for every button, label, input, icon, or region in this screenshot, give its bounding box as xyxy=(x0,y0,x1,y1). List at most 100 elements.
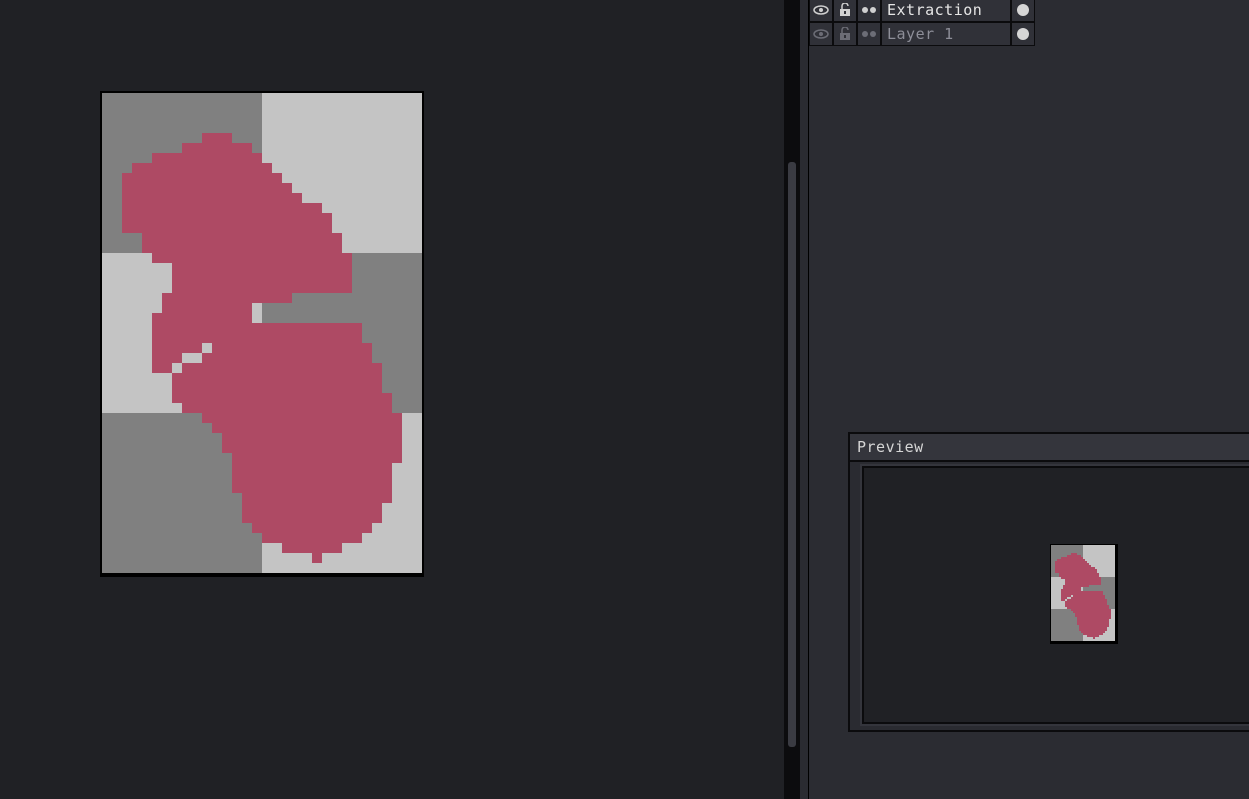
sprite-pixel-run xyxy=(262,533,362,543)
sprite-pixel-run xyxy=(232,473,392,483)
sprite-pixel-run xyxy=(222,443,402,453)
sprite-pixel-run xyxy=(202,323,362,333)
sprite-pixel-run xyxy=(1065,583,1101,585)
sprite-pixel-run xyxy=(172,383,382,393)
sprite-pixel-run xyxy=(122,213,332,223)
preview-viewport[interactable] xyxy=(862,466,1249,724)
sprite-pixel-run xyxy=(1071,591,1103,593)
sprite-pixel-run xyxy=(232,463,392,473)
layer-name-cell[interactable]: Extraction xyxy=(881,0,1011,22)
sprite-pixel-run xyxy=(162,303,252,313)
canvas-area[interactable] xyxy=(0,0,784,799)
sprite-pixel-run xyxy=(1055,563,1089,565)
sprite-pixel-run xyxy=(282,543,342,553)
sprite-pixel-run xyxy=(122,203,322,213)
sprite-pixel-run xyxy=(1063,587,1081,589)
sprite-pixel-run xyxy=(122,183,292,193)
sprite-pixel-run xyxy=(152,153,262,163)
sprite-pixel-run xyxy=(1067,555,1081,557)
sprite-pixel-run xyxy=(222,433,402,443)
sprite-pixel-run xyxy=(1071,597,1105,599)
sprite-pixel-run xyxy=(1079,627,1107,629)
sprite-pixel-run xyxy=(202,353,372,363)
sprite-pixel-run xyxy=(182,143,252,153)
sprite-pixel-run xyxy=(152,313,252,323)
sprite-pixel-run xyxy=(172,393,392,403)
sprite-pixel-run xyxy=(182,403,392,413)
sprite-pixel-run xyxy=(1075,613,1111,615)
sprite-canvas[interactable] xyxy=(100,91,424,577)
sprite-pixel-run xyxy=(1057,559,1085,561)
sprite-pixel-run xyxy=(182,363,382,373)
sprite-pixel-run xyxy=(1093,637,1095,639)
layer-row-extraction[interactable]: Extraction xyxy=(809,0,1035,22)
sprite-pixel-run xyxy=(172,273,352,283)
sprite-pixel-run xyxy=(1087,635,1099,637)
sprite-pixel-run xyxy=(1065,579,1101,581)
sprite-pixel-run xyxy=(172,373,382,383)
sprite-pixel-run xyxy=(152,353,182,363)
eye-icon[interactable] xyxy=(809,0,833,22)
sprite-pixel-run xyxy=(1079,625,1109,627)
layer-name-cell[interactable]: Layer 1 xyxy=(881,22,1011,46)
sprite-pixel-run xyxy=(1065,603,1107,605)
sprite-pixel-run xyxy=(1073,595,1105,597)
sprite-pixel-run xyxy=(1061,557,1083,559)
unlock-icon[interactable] xyxy=(833,0,857,22)
sprite-pixel-run xyxy=(1073,611,1111,613)
sprite-pixel-run xyxy=(1071,553,1077,555)
cel-cell[interactable] xyxy=(1011,0,1035,22)
sprite-pixel-run xyxy=(1083,633,1103,635)
sprite-pixel-run xyxy=(1067,607,1109,609)
preview-window[interactable]: Preview xyxy=(848,432,1249,732)
sprite-pixel-run xyxy=(122,173,282,183)
sprite-pixel-run xyxy=(242,493,392,503)
sprite-pixel-run xyxy=(1055,565,1091,567)
layer-name: Extraction xyxy=(887,1,983,19)
sprite-image xyxy=(102,93,422,573)
sprite-pixel-run xyxy=(1077,617,1111,619)
sprite-pixel-run xyxy=(312,553,322,563)
sprite-pixel-run xyxy=(202,413,402,423)
sprite-pixel-run xyxy=(212,343,372,353)
sprite-pixel-run xyxy=(1061,599,1065,601)
sprite-pixel-run xyxy=(122,193,302,203)
sprite-pixel-run xyxy=(142,233,342,243)
sprite-pixel-run xyxy=(172,283,352,293)
sprite-pixel-run xyxy=(252,523,372,533)
sprite-pixel-run xyxy=(1061,589,1081,591)
cel-cell[interactable] xyxy=(1011,22,1035,46)
preview-titlebar[interactable]: Preview xyxy=(850,434,1249,462)
sprite-pixel-run xyxy=(1065,601,1107,603)
preview-thumbnail xyxy=(1050,544,1118,644)
sprite-pixel-run xyxy=(152,343,202,353)
unlock-icon[interactable] xyxy=(833,22,857,46)
preview-title: Preview xyxy=(857,438,924,456)
sprite-pixel-run xyxy=(122,223,332,233)
link-dots-icon[interactable] xyxy=(857,0,881,22)
sprite-pixel-run xyxy=(212,423,402,433)
sprite-pixel-run xyxy=(142,243,342,253)
sprite-pixel-run xyxy=(232,483,392,493)
sprite-pixel-run xyxy=(1071,593,1103,595)
sprite-pixel-run xyxy=(242,503,382,513)
sprite-pixel-run xyxy=(202,333,362,343)
sprite-pixel-run xyxy=(172,263,352,273)
eye-icon[interactable] xyxy=(809,22,833,46)
sprite-pixel-run xyxy=(1081,631,1105,633)
sprite-pixel-run xyxy=(1077,623,1109,625)
sprite-pixel-run xyxy=(1061,595,1071,597)
layer-row-layer-1[interactable]: Layer 1 xyxy=(809,22,1035,46)
sprite-pixel-run xyxy=(1061,577,1101,579)
sprite-pixel-run xyxy=(152,363,172,373)
panel-divider[interactable] xyxy=(800,0,809,799)
sprite-pixel-run xyxy=(1055,567,1095,569)
sprite-pixel-run xyxy=(242,513,382,523)
sprite-pixel-run xyxy=(1067,599,1107,601)
scrollbar-thumb[interactable] xyxy=(788,162,796,747)
link-dots-icon[interactable] xyxy=(857,22,881,46)
sprite-pixel-run xyxy=(202,133,232,143)
sprite-pixel-run xyxy=(162,293,292,303)
cel-dot-icon xyxy=(1017,4,1029,16)
layer-name: Layer 1 xyxy=(887,25,954,43)
